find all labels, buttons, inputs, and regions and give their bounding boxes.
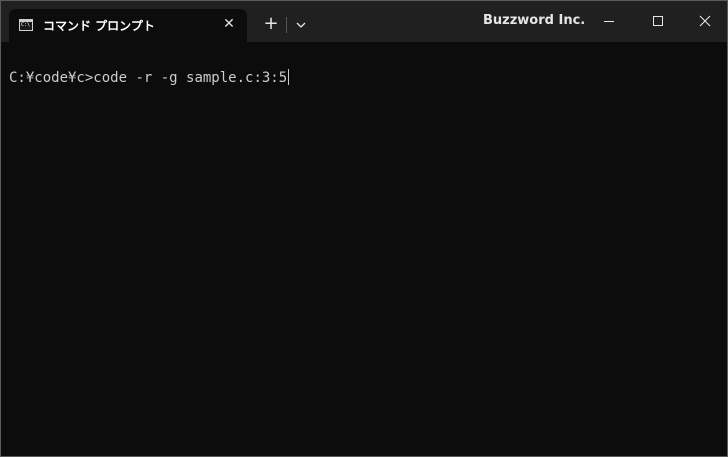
command-text: code -r -g sample.c:3:5: [93, 70, 288, 86]
app-title: Buzzword Inc.: [483, 13, 586, 28]
minimize-icon: [604, 21, 614, 22]
chevron-down-icon: [296, 22, 306, 28]
close-icon: [699, 15, 711, 27]
text-cursor: [288, 69, 290, 85]
tab-dropdown-button[interactable]: [291, 13, 311, 35]
tab-title: コマンド プロンプト: [43, 19, 155, 33]
close-window-button[interactable]: [682, 1, 727, 42]
cmd-icon: [19, 19, 33, 31]
tab-command-prompt[interactable]: コマンド プロンプト ✕: [9, 9, 247, 42]
maximize-button[interactable]: [635, 1, 681, 42]
minimize-button[interactable]: [586, 1, 632, 42]
title-bar[interactable]: コマンド プロンプト ✕ + Buzzword Inc.: [1, 1, 727, 42]
tab-divider: [286, 17, 287, 33]
terminal-window: コマンド プロンプト ✕ + Buzzword Inc.: [0, 0, 728, 457]
prompt-line: C:¥code¥c>code -r -g sample.c:3:5: [9, 69, 290, 87]
maximize-icon: [653, 16, 663, 26]
new-tab-button[interactable]: +: [260, 13, 282, 35]
terminal-output[interactable]: C:¥code¥c>code -r -g sample.c:3:5: [1, 42, 727, 456]
prompt-text: C:¥code¥c>: [9, 70, 94, 86]
tab-close-button[interactable]: ✕: [220, 15, 238, 33]
